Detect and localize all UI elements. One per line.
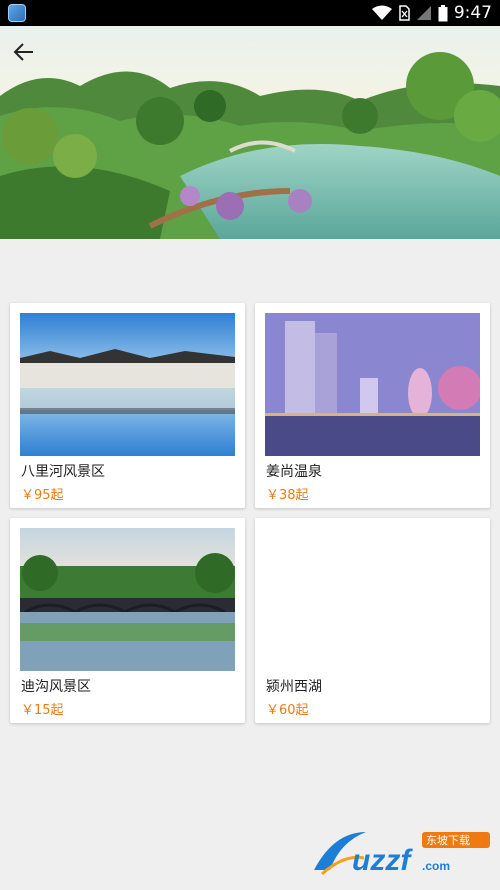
attraction-name: 八里河风景区 [21, 464, 105, 480]
svg-text:uzzf: uzzf [352, 844, 413, 877]
svg-text:.com: .com [422, 859, 450, 873]
attraction-name: 颍州西湖 [266, 679, 322, 695]
attraction-image [20, 528, 235, 671]
attraction-image-placeholder [265, 528, 480, 671]
attraction-image [265, 313, 480, 456]
attraction-name: 迪沟风景区 [21, 679, 91, 695]
attraction-card[interactable]: 姜尚温泉 ￥38起 [255, 303, 490, 508]
attraction-price: ￥60起 [266, 703, 309, 718]
attraction-price: ￥95起 [21, 488, 64, 503]
back-button[interactable] [8, 36, 40, 68]
attraction-card[interactable]: 八里河风景区 ￥95起 [10, 303, 245, 508]
site-watermark-logo: uzzf .com 东坡下载 [304, 824, 494, 882]
attraction-name: 姜尚温泉 [266, 464, 322, 480]
spacer [0, 239, 500, 303]
attraction-price: ￥15起 [21, 703, 64, 718]
signal-icon [416, 6, 431, 20]
status-time: 9:47 [453, 3, 492, 23]
status-bar: 9:47 [0, 0, 500, 26]
no-sim-icon [399, 5, 410, 21]
battery-icon [438, 4, 448, 21]
attraction-price: ￥38起 [266, 488, 309, 503]
app-notification-icon [8, 4, 26, 22]
attraction-image [20, 313, 235, 456]
attraction-card[interactable]: 迪沟风景区 ￥15起 [10, 518, 245, 723]
status-indicators: 9:47 [371, 0, 492, 26]
hero-banner [0, 26, 500, 239]
wifi-icon [371, 5, 392, 20]
arrow-left-icon [13, 43, 33, 61]
hero-landscape-image [0, 26, 500, 239]
attraction-card[interactable]: 颍州西湖 ￥60起 [255, 518, 490, 723]
svg-text:东坡下载: 东坡下载 [426, 834, 470, 847]
